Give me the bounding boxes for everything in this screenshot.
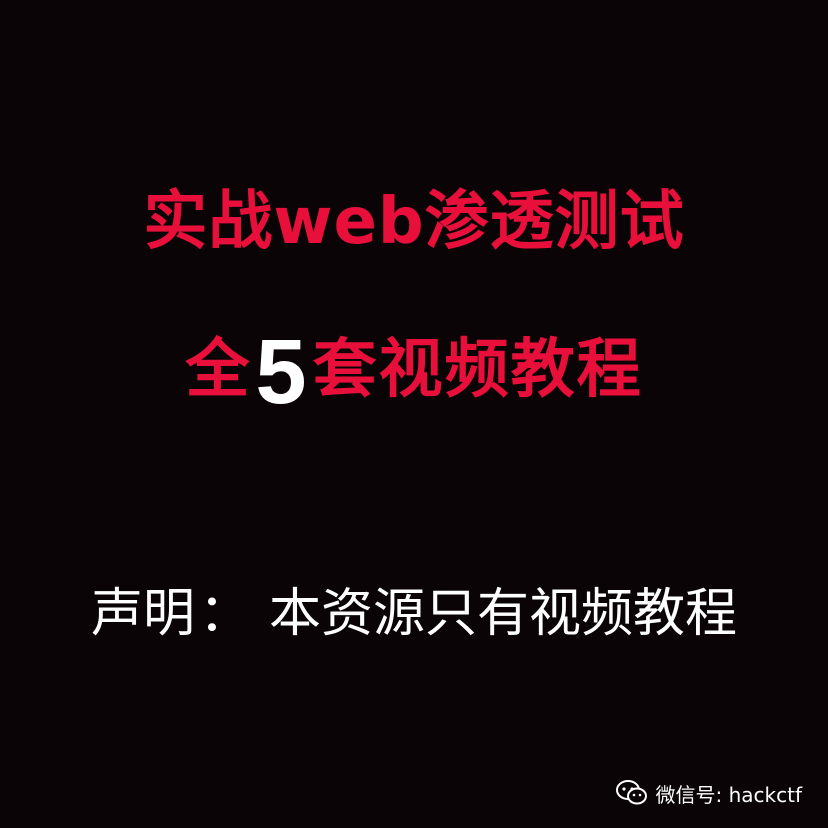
title-line-2: 全5套视频教程 (0, 326, 828, 418)
title-line-1: 实战web渗透测试 (143, 185, 685, 259)
title-line-2-prefix: 全 (185, 333, 252, 407)
title-line-2-suffix: 套视频教程 (312, 333, 643, 407)
disclaimer-text: 本资源只有视频教程 (269, 584, 738, 644)
title-number: 5 (255, 321, 309, 423)
wechat-icon (615, 780, 648, 806)
disclaimer-label: 声明 (90, 584, 195, 644)
poster-canvas: 实战web渗透测试 全5套视频教程 声明： 本资源只有视频教程 微信号: hack… (0, 0, 828, 828)
watermark-text: 微信号: hackctf (655, 782, 802, 807)
disclaimer: 声明： 本资源只有视频教程 (0, 588, 828, 640)
wechat-watermark: 微信号: hackctf (615, 778, 802, 808)
disclaimer-colon: ： (198, 584, 251, 644)
